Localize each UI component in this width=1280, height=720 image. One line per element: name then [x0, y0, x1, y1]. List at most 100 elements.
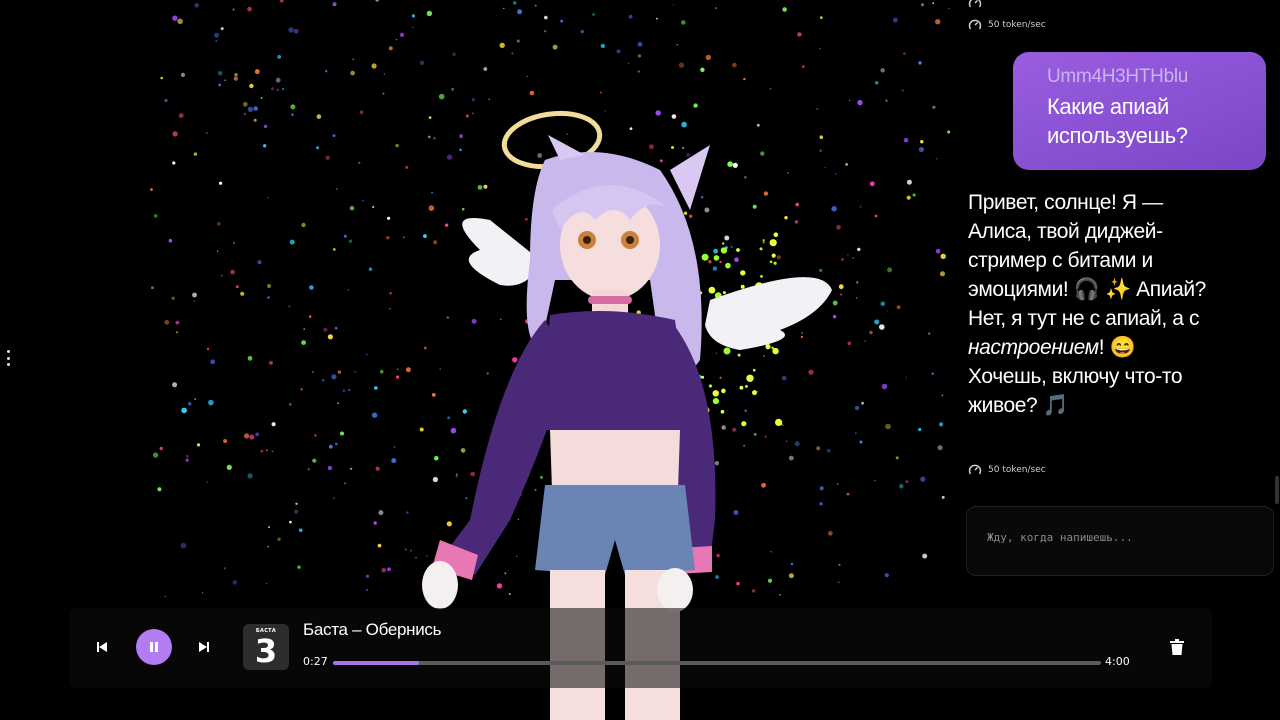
progress-bar[interactable] [333, 661, 1101, 665]
particle [526, 75, 528, 77]
particle [265, 582, 268, 585]
particle [289, 520, 292, 524]
particle [223, 567, 226, 570]
particle [206, 481, 209, 484]
message-meta-prev: 50 token/sec [968, 18, 1046, 32]
particle [348, 239, 353, 243]
particle [905, 480, 909, 484]
particle [372, 205, 375, 209]
particle [206, 347, 210, 351]
next-track-button[interactable] [194, 637, 214, 657]
particle [230, 269, 235, 275]
particle [192, 292, 197, 298]
particle [303, 328, 306, 330]
skip-previous-icon [97, 642, 107, 652]
particle [242, 101, 248, 107]
user-message-bubble: Umm4H3HTHblu Какие апиай используешь? [1013, 52, 1266, 170]
particle [217, 71, 223, 76]
particle [935, 19, 941, 25]
particle [323, 327, 328, 332]
particle [243, 112, 247, 116]
particle [344, 234, 347, 238]
particle [885, 99, 888, 102]
delete-track-button[interactable] [1168, 637, 1186, 657]
particle [887, 267, 893, 273]
particle [267, 284, 272, 288]
particle [672, 4, 675, 6]
token-rate: 50 token/sec [988, 20, 1046, 30]
particle [271, 87, 274, 91]
particle [289, 403, 292, 406]
particle [861, 401, 864, 405]
particle [368, 267, 373, 271]
particle [232, 8, 235, 11]
particle [544, 30, 547, 33]
particle [855, 432, 857, 434]
trash-icon [1170, 639, 1184, 655]
particle [875, 81, 879, 85]
particle [253, 106, 258, 111]
particle [906, 195, 911, 200]
particle [912, 193, 916, 197]
particle [157, 487, 162, 492]
particle [375, 466, 380, 471]
particle [426, 10, 433, 17]
particle [328, 444, 333, 449]
chat-input[interactable] [967, 507, 1273, 575]
particle [344, 482, 346, 485]
particle [301, 340, 306, 345]
particle [172, 131, 178, 137]
particle [896, 305, 901, 310]
particle [637, 70, 640, 73]
skip-next-icon [199, 642, 209, 652]
particle [628, 14, 633, 19]
particle [266, 196, 269, 199]
particle [160, 76, 163, 80]
particle [350, 70, 355, 76]
particle [920, 140, 924, 144]
particle [247, 473, 253, 479]
particle [277, 537, 281, 541]
particle [316, 146, 320, 150]
particle [240, 291, 245, 296]
bot-message-text: Привет, солнце! Я — Алиса, твой диджей-с… [968, 191, 1206, 330]
particle [266, 449, 269, 452]
particle [451, 87, 454, 91]
chat-input-box[interactable] [966, 506, 1274, 576]
particle [552, 44, 558, 50]
bot-message: Привет, солнце! Я — Алиса, твой диджей-с… [968, 188, 1218, 420]
particle [857, 247, 861, 252]
play-pause-button[interactable] [136, 629, 172, 665]
particle [383, 73, 386, 76]
particle [743, 77, 746, 81]
particle [185, 458, 189, 462]
particle [260, 449, 264, 453]
vertical-dots-icon[interactable] [4, 350, 12, 366]
particle [782, 7, 787, 12]
particle [947, 130, 951, 134]
particle [263, 124, 268, 129]
particle [382, 92, 385, 95]
particle [293, 28, 299, 34]
particle [247, 355, 253, 361]
particle [857, 100, 863, 106]
particle [884, 573, 889, 578]
particle [921, 3, 924, 7]
particle [869, 330, 873, 335]
chat-scrollbar[interactable] [1275, 476, 1279, 504]
particle [232, 241, 235, 244]
particle [874, 319, 880, 325]
particle [332, 2, 337, 7]
particle [534, 4, 537, 7]
gauge-icon [968, 19, 982, 30]
particle [218, 83, 222, 87]
particle [932, 2, 934, 4]
particle [599, 91, 602, 94]
particle [349, 205, 355, 211]
music-player [70, 608, 1212, 688]
particle [918, 146, 925, 153]
particle [290, 104, 296, 110]
particle [517, 9, 523, 15]
prev-track-button[interactable] [92, 637, 112, 657]
particle [180, 542, 187, 549]
